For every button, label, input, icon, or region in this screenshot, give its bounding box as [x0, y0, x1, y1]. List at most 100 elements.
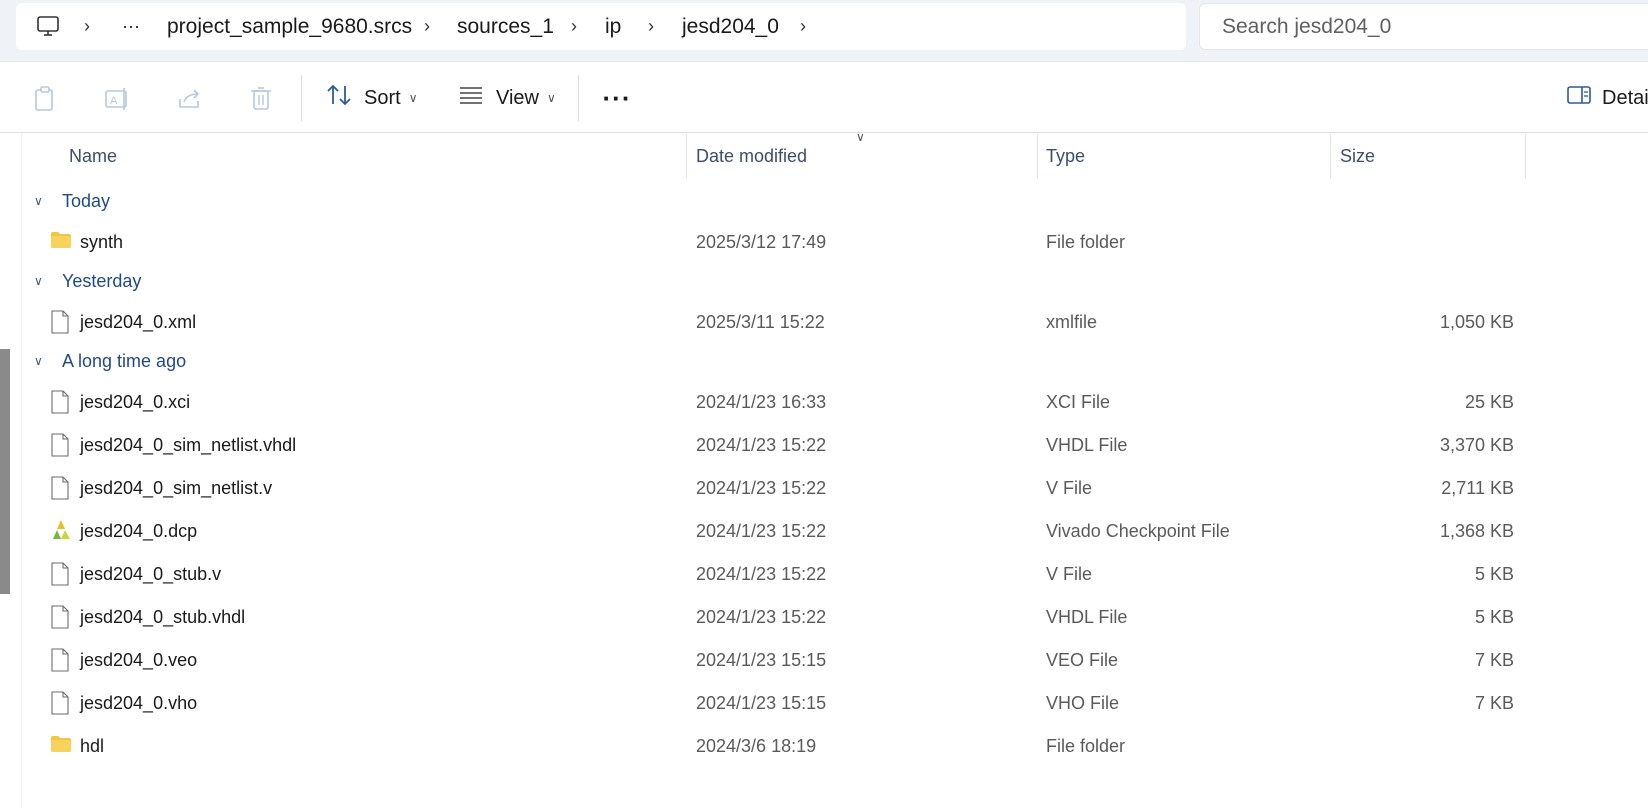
list-item[interactable]: jesd204_0.veo 2024/1/23 15:15 VEO File 7… — [22, 640, 1522, 680]
item-size: 1,368 KB — [1439, 520, 1514, 541]
group-label: Today — [62, 190, 111, 211]
share-icon[interactable] — [176, 85, 204, 113]
item-size: 7 KB — [1474, 692, 1514, 713]
details-pane-icon — [1566, 84, 1592, 112]
list-item[interactable]: jesd204_0.vho 2024/1/23 15:15 VHO File 7… — [22, 683, 1522, 723]
item-type: File folder — [1046, 231, 1126, 252]
item-date: 2024/1/23 16:33 — [696, 391, 827, 412]
chevron-down-icon: ∨ — [34, 274, 43, 288]
breadcrumb-item[interactable]: project_sample_9680.srcs — [167, 3, 412, 50]
item-name: jesd204_0.xci — [80, 391, 191, 412]
item-name: jesd204_0.veo — [80, 649, 198, 670]
item-size: 7 KB — [1474, 649, 1514, 670]
item-name: jesd204_0.xml — [80, 311, 197, 332]
item-date: 2024/1/23 15:22 — [696, 477, 827, 498]
item-type: VEO File — [1046, 649, 1119, 670]
file-icon — [50, 476, 72, 500]
column-divider[interactable] — [1330, 134, 1331, 178]
copy-icon[interactable] — [32, 85, 60, 113]
list-item[interactable]: jesd204_0.dcp 2024/1/23 15:22 Vivado Che… — [22, 511, 1522, 551]
list-item[interactable]: jesd204_0.xci 2024/1/23 16:33 XCI File 2… — [22, 382, 1522, 422]
column-type-header[interactable]: Type — [1046, 134, 1085, 178]
list-item[interactable]: jesd204_0_sim_netlist.vhdl 2024/1/23 15:… — [22, 425, 1522, 465]
item-name: jesd204_0_sim_netlist.vhdl — [80, 434, 297, 455]
chevron-right-icon[interactable]: › — [800, 3, 806, 50]
item-size: 1,050 KB — [1439, 311, 1514, 332]
item-size: 2,711 KB — [1441, 477, 1514, 498]
column-divider[interactable] — [1037, 134, 1038, 178]
item-name: synth — [80, 231, 124, 252]
column-size-header[interactable]: Size — [1340, 134, 1375, 178]
divider — [301, 75, 302, 121]
item-date: 2024/1/23 15:15 — [696, 692, 827, 713]
group-label: A long time ago — [62, 350, 187, 371]
file-icon — [50, 562, 72, 586]
sort-label: Sort — [364, 86, 401, 109]
this-pc-icon[interactable] — [36, 15, 60, 37]
item-type: Vivado Checkpoint File — [1046, 520, 1230, 541]
item-type: V File — [1046, 477, 1093, 498]
more-options-button[interactable]: ··· — [600, 77, 634, 119]
item-type: xmlfile — [1046, 311, 1098, 332]
column-date-header[interactable]: Date modified — [696, 134, 807, 178]
item-name: jesd204_0.dcp — [80, 520, 198, 541]
item-type: VHO File — [1046, 692, 1120, 713]
chevron-down-icon: ∨ — [34, 194, 43, 208]
chevron-right-icon[interactable]: › — [571, 3, 577, 50]
sort-icon — [326, 83, 352, 113]
item-date: 2025/3/12 17:49 — [696, 231, 827, 252]
file-icon — [50, 648, 72, 672]
column-header: Name Date modified Type Size — [0, 134, 1648, 178]
item-date: 2024/1/23 15:22 — [696, 434, 827, 455]
item-type: V File — [1046, 563, 1093, 584]
address-bar[interactable]: › ··· project_sample_9680.srcs › sources… — [16, 3, 1186, 50]
chevron-right-icon[interactable]: › — [424, 3, 430, 50]
item-date: 2024/1/23 15:22 — [696, 520, 827, 541]
item-type: XCI File — [1046, 391, 1111, 412]
list-item[interactable]: jesd204_0.xml 2025/3/11 15:22 xmlfile 1,… — [22, 302, 1522, 342]
item-size — [1312, 222, 1514, 262]
view-button[interactable]: View ∨ — [458, 77, 556, 119]
item-type: VHDL File — [1046, 606, 1128, 627]
item-date: 2025/3/11 15:22 — [696, 311, 825, 332]
item-type: VHDL File — [1046, 434, 1128, 455]
group-header-today[interactable]: ∨ Today — [34, 186, 110, 216]
column-name-header[interactable]: Name — [69, 134, 117, 178]
sort-indicator-icon: ∨ — [856, 130, 865, 144]
breadcrumb-item[interactable]: sources_1 — [457, 3, 554, 50]
view-label: View — [496, 86, 539, 109]
item-type: File folder — [1046, 735, 1126, 756]
details-pane-button[interactable]: Details — [1566, 77, 1648, 119]
breadcrumb-overflow[interactable]: ··· — [122, 3, 140, 50]
group-header-yesterday[interactable]: ∨ Yesterday — [34, 266, 141, 296]
chevron-down-icon: ∨ — [547, 91, 556, 105]
column-divider[interactable] — [686, 134, 687, 178]
chevron-down-icon: ∨ — [408, 91, 418, 105]
list-item[interactable]: hdl 2024/3/6 18:19 File folder — [22, 726, 1522, 766]
column-divider[interactable] — [1525, 134, 1526, 178]
details-label: Details — [1602, 86, 1648, 109]
file-icon — [50, 433, 72, 457]
group-header-a-long-time-ago[interactable]: ∨ A long time ago — [34, 346, 186, 376]
divider — [578, 75, 579, 121]
view-list-icon — [458, 84, 484, 112]
list-item[interactable]: jesd204_0_stub.vhdl 2024/1/23 15:22 VHDL… — [22, 597, 1522, 637]
chevron-right-icon[interactable]: › — [648, 3, 654, 50]
item-name: jesd204_0.vho — [80, 692, 198, 713]
rename-icon[interactable]: A — [104, 85, 132, 113]
nav-pane-scrollbar[interactable] — [0, 349, 10, 594]
list-item[interactable]: jesd204_0_sim_netlist.v 2024/1/23 15:22 … — [22, 468, 1522, 508]
folder-icon — [50, 734, 72, 758]
sort-button[interactable]: Sort ∨ — [326, 77, 417, 119]
search-input[interactable] — [1200, 4, 1648, 49]
chevron-right-icon[interactable]: › — [84, 3, 90, 50]
list-item[interactable]: jesd204_0_stub.v 2024/1/23 15:22 V File … — [22, 554, 1522, 594]
address-bar-area: › ··· project_sample_9680.srcs › sources… — [0, 0, 1648, 62]
delete-icon[interactable] — [248, 85, 276, 113]
breadcrumb-item-current[interactable]: jesd204_0 — [682, 3, 779, 50]
file-icon — [50, 691, 72, 715]
breadcrumb-item[interactable]: ip — [605, 3, 621, 50]
search-box[interactable] — [1199, 3, 1648, 50]
list-item[interactable]: synth 2025/3/12 17:49 File folder — [22, 222, 1522, 262]
item-size: 5 KB — [1474, 563, 1514, 584]
